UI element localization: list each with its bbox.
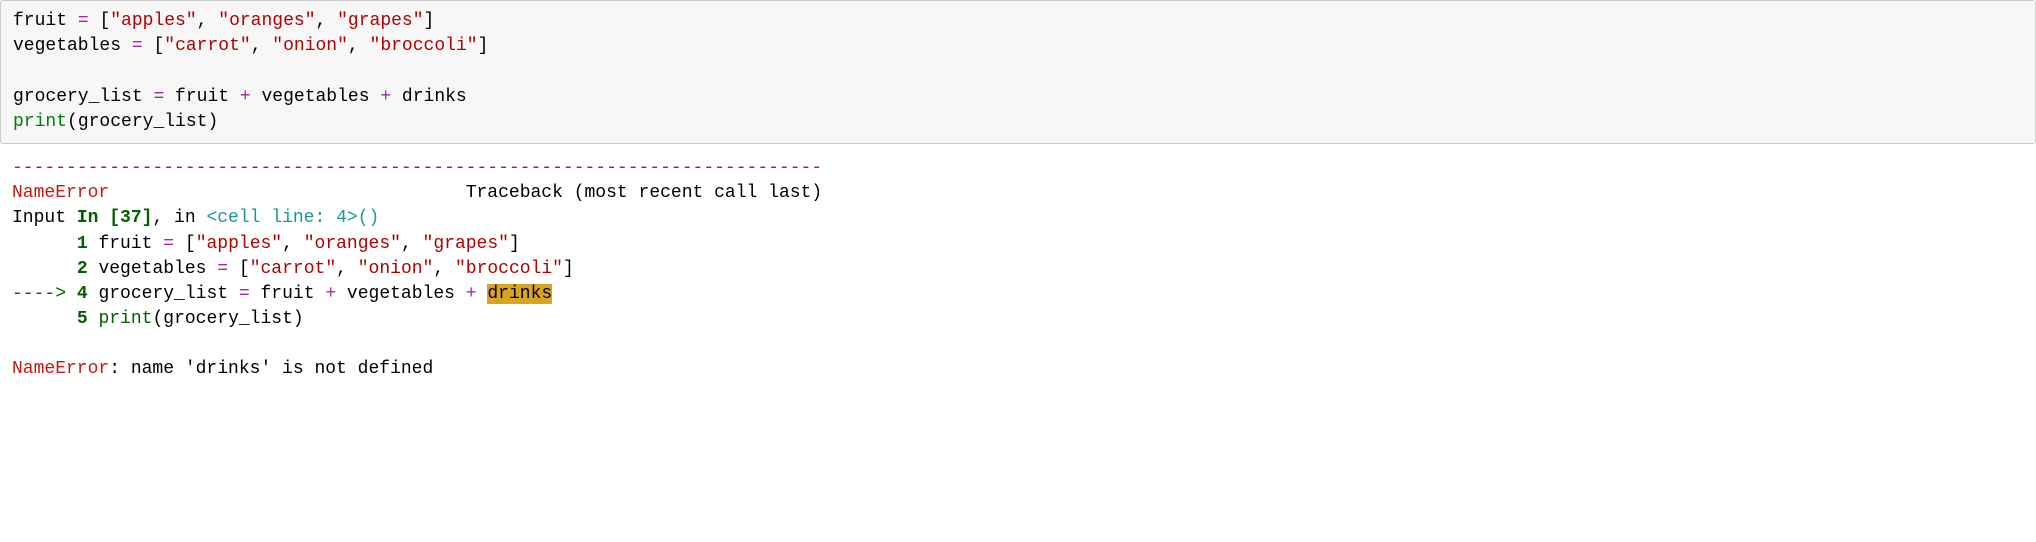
error-header-line: NameError Traceback (most recent call la… <box>12 183 822 203</box>
traceback-line-2: 2 vegetables = ["carrot", "onion", "broc… <box>12 259 574 279</box>
traceback-line-5: 5 print(grocery_list) <box>12 309 304 329</box>
final-error-line: NameError: name 'drinks' is not defined <box>12 359 433 379</box>
code-line-4: grocery_list = fruit + vegetables + drin… <box>13 87 467 107</box>
traceback-line-4-arrow: ----> 4 grocery_list = fruit + vegetable… <box>12 284 552 304</box>
error-output-cell: ----------------------------------------… <box>0 156 2036 383</box>
error-type-name-final: NameError <box>12 359 109 379</box>
in-prompt-number: In [37] <box>77 208 153 228</box>
error-type-name: NameError <box>12 183 109 203</box>
notebook-container: fruit = ["apples", "oranges", "grapes"] … <box>0 0 2036 383</box>
input-reference-line: Input In [37], in <cell line: 4>() <box>12 208 379 228</box>
code-input-cell[interactable]: fruit = ["apples", "oranges", "grapes"] … <box>0 0 2036 144</box>
traceback-line-1: 1 fruit = ["apples", "oranges", "grapes"… <box>12 234 520 254</box>
error-arrow-icon: ----> <box>12 284 77 304</box>
code-line-2: vegetables = ["carrot", "onion", "brocco… <box>13 36 488 56</box>
error-highlighted-token: drinks <box>487 284 552 304</box>
code-line-5: print(grocery_list) <box>13 112 218 132</box>
code-line-1: fruit = ["apples", "oranges", "grapes"] <box>13 11 434 31</box>
error-message: : name 'drinks' is not defined <box>109 359 433 379</box>
traceback-separator: ----------------------------------------… <box>12 158 822 178</box>
